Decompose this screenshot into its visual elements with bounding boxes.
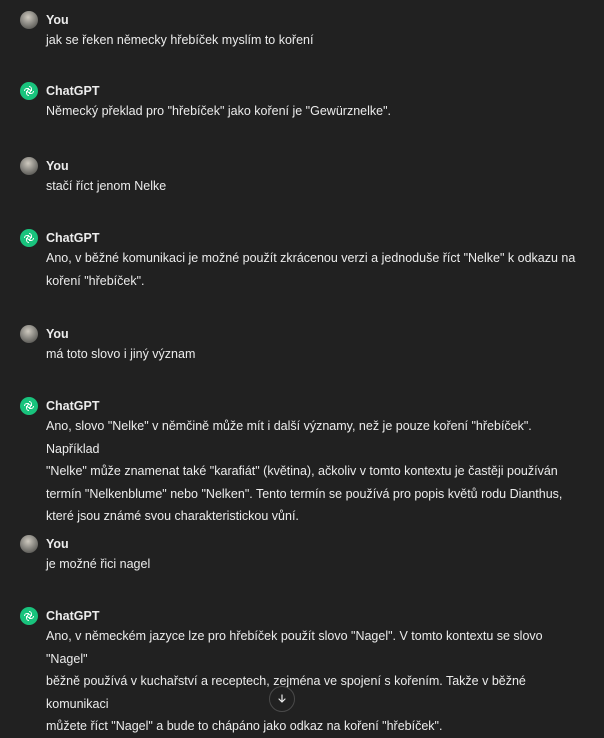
user-message: You je možné řici nagel bbox=[20, 535, 580, 576]
message-line: koření "hřebíček". bbox=[46, 273, 145, 288]
message-line: je možné řici nagel bbox=[46, 557, 151, 571]
author-name: You bbox=[46, 159, 69, 173]
message-line: Ano, slovo "Nelke" v němčině může mít i … bbox=[46, 419, 532, 456]
assistant-message: ChatGPT Německý překlad pro "hřebíček" j… bbox=[20, 82, 580, 123]
message-line: můžete říct "Nagel" a bude to chápáno ja… bbox=[46, 719, 443, 733]
message-header: You bbox=[20, 11, 580, 29]
message-text: Ano, v běžné komunikaci je možné použít … bbox=[46, 247, 580, 292]
user-avatar bbox=[20, 535, 38, 553]
author-name: ChatGPT bbox=[46, 609, 100, 623]
assistant-message: ChatGPT Ano, v německém jazyce lze pro h… bbox=[20, 607, 580, 738]
author-name: ChatGPT bbox=[46, 231, 100, 245]
user-message: You stačí říct jenom Nelke bbox=[20, 157, 580, 198]
user-avatar bbox=[20, 325, 38, 343]
message-text: Německý překlad pro "hřebíček" jako koře… bbox=[46, 100, 580, 123]
message-header: You bbox=[20, 325, 580, 343]
message-line: jak se řeken německy hřebíček myslím to … bbox=[46, 33, 314, 47]
user-avatar bbox=[20, 157, 38, 175]
message-line: Německý překlad pro "hřebíček" jako koře… bbox=[46, 104, 391, 118]
message-text: má toto slovo i jiný význam bbox=[46, 343, 580, 366]
message-text: je možné řici nagel bbox=[46, 553, 580, 576]
arrow-down-icon bbox=[278, 694, 286, 703]
message-line: stačí říct jenom Nelke bbox=[46, 179, 167, 193]
message-line: "Nelke" může znamenat také "karafiát" (k… bbox=[46, 464, 558, 478]
author-name: ChatGPT bbox=[46, 399, 100, 413]
message-header: ChatGPT bbox=[20, 229, 580, 247]
openai-logo-icon bbox=[20, 229, 38, 247]
user-message: You má toto slovo i jiný význam bbox=[20, 325, 580, 366]
message-header: ChatGPT bbox=[20, 397, 580, 415]
author-name: You bbox=[46, 13, 69, 27]
message-line: Ano, v běžné komunikaci je možné použít … bbox=[46, 251, 576, 265]
scroll-to-bottom-button[interactable] bbox=[269, 686, 295, 712]
message-line: které jsou známé svou charakteristickou … bbox=[46, 509, 299, 523]
author-name: ChatGPT bbox=[46, 84, 100, 98]
message-line: Ano, v německém jazyce lze pro hřebíček … bbox=[46, 629, 543, 666]
message-text: Ano, slovo "Nelke" v němčině může mít i … bbox=[46, 415, 580, 528]
author-name: You bbox=[46, 537, 69, 551]
message-line: termín "Nelkenblume" nebo "Nelken". Tent… bbox=[46, 486, 563, 501]
openai-logo-icon bbox=[20, 397, 38, 415]
message-header: You bbox=[20, 535, 580, 553]
assistant-message: ChatGPT Ano, slovo "Nelke" v němčině můž… bbox=[20, 397, 580, 528]
message-line: má toto slovo i jiný význam bbox=[46, 347, 196, 361]
author-name: You bbox=[46, 327, 69, 341]
message-header: ChatGPT bbox=[20, 82, 580, 100]
user-message: You jak se řeken německy hřebíček myslím… bbox=[20, 11, 580, 52]
message-text: stačí říct jenom Nelke bbox=[46, 175, 580, 198]
message-text: jak se řeken německy hřebíček myslím to … bbox=[46, 29, 580, 52]
message-line: běžně používá v kuchařství a receptech, … bbox=[46, 674, 526, 711]
user-avatar bbox=[20, 11, 38, 29]
message-header: ChatGPT bbox=[20, 607, 580, 625]
message-header: You bbox=[20, 157, 580, 175]
openai-logo-icon bbox=[20, 607, 38, 625]
assistant-message: ChatGPT Ano, v běžné komunikaci je možné… bbox=[20, 229, 580, 292]
openai-logo-icon bbox=[20, 82, 38, 100]
